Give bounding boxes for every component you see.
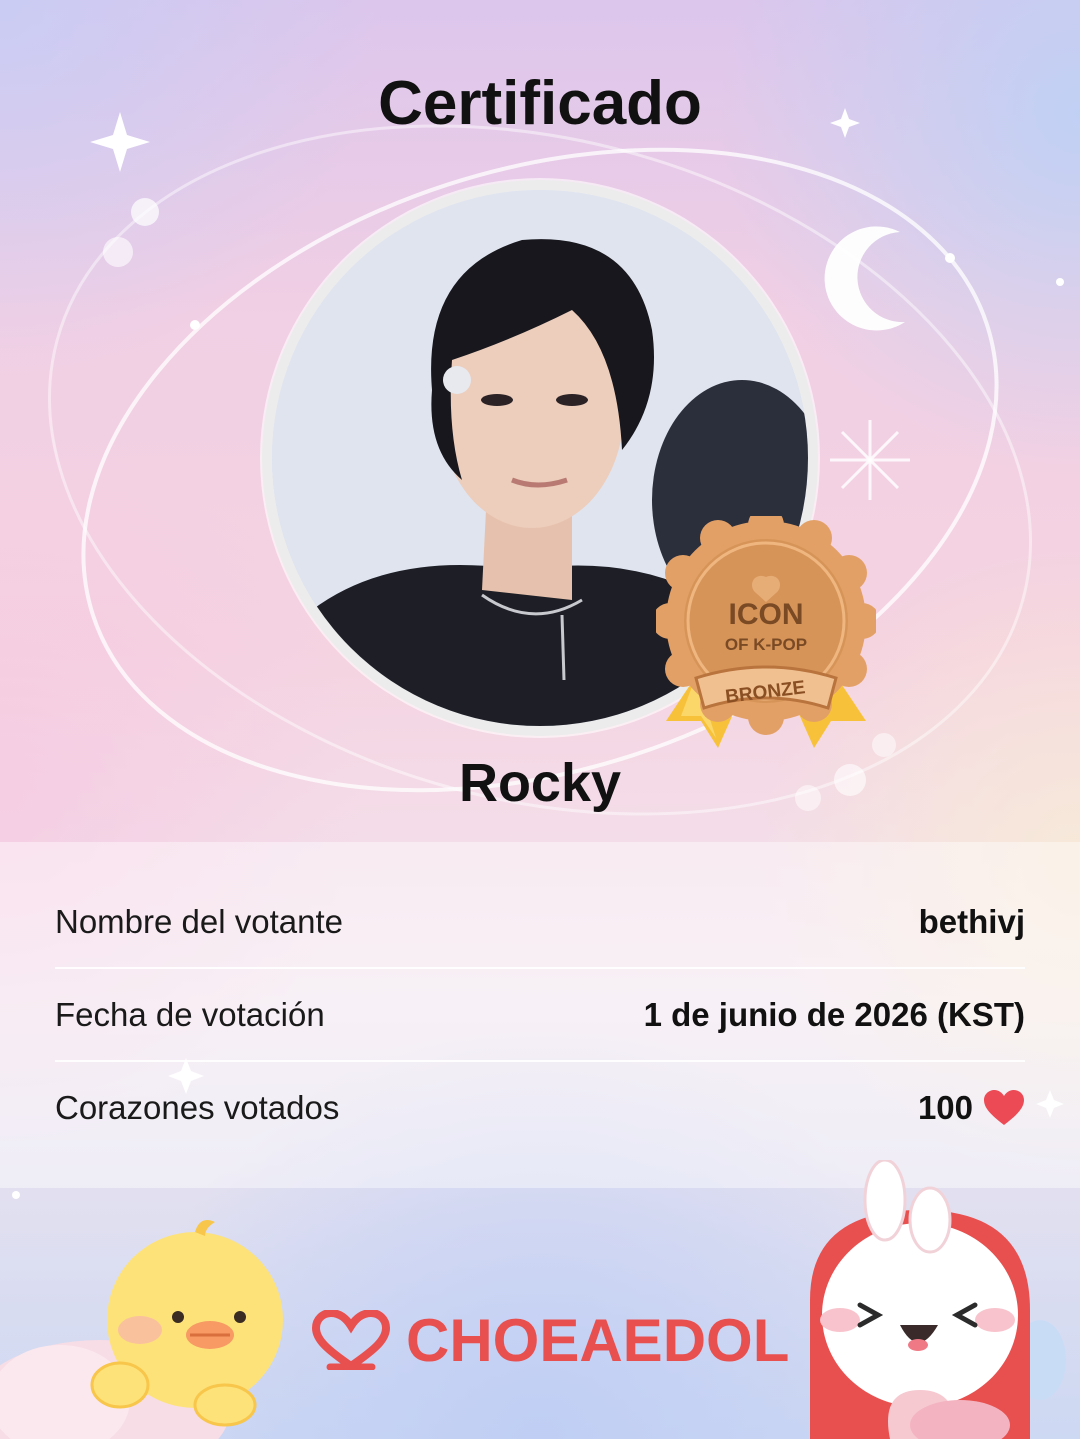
- chick-mascot-icon: [0, 1219, 283, 1439]
- badge-line2: OF K-POP: [725, 635, 807, 654]
- hearts-row: Corazones votados 100: [55, 1061, 1025, 1154]
- hearts-value: 100: [917, 1088, 973, 1126]
- badge-line1: ICON: [729, 598, 804, 631]
- choeaedol-logo-icon: [311, 1310, 391, 1370]
- voter-value: bethivj: [918, 902, 1025, 940]
- bronze-badge-icon: ICON OF K-POP BRONZE: [656, 516, 876, 748]
- idol-name: Rocky: [458, 753, 622, 813]
- date-row: Fecha de votación 1 de junio de 2026 (KS…: [55, 968, 1025, 1061]
- hearts-label: Corazones votados: [55, 1088, 340, 1126]
- choeaedol-brand: CHOEAEDOL: [310, 1300, 789, 1380]
- bunny-mascot-icon: [810, 1160, 1066, 1439]
- voter-label: Nombre del votante: [55, 902, 343, 940]
- date-value: 1 de junio de 2026 (KST): [643, 995, 1025, 1033]
- voter-row: Nombre del votante bethivj: [55, 875, 1025, 968]
- hearts-value-group: 100: [918, 1089, 1025, 1127]
- heart-icon: [984, 1089, 1024, 1125]
- brand-name: CHOEAEDOL: [406, 1306, 790, 1374]
- page-title: Certificado: [378, 69, 702, 138]
- moon-icon: [824, 226, 905, 331]
- date-label: Fecha de votación: [55, 995, 325, 1033]
